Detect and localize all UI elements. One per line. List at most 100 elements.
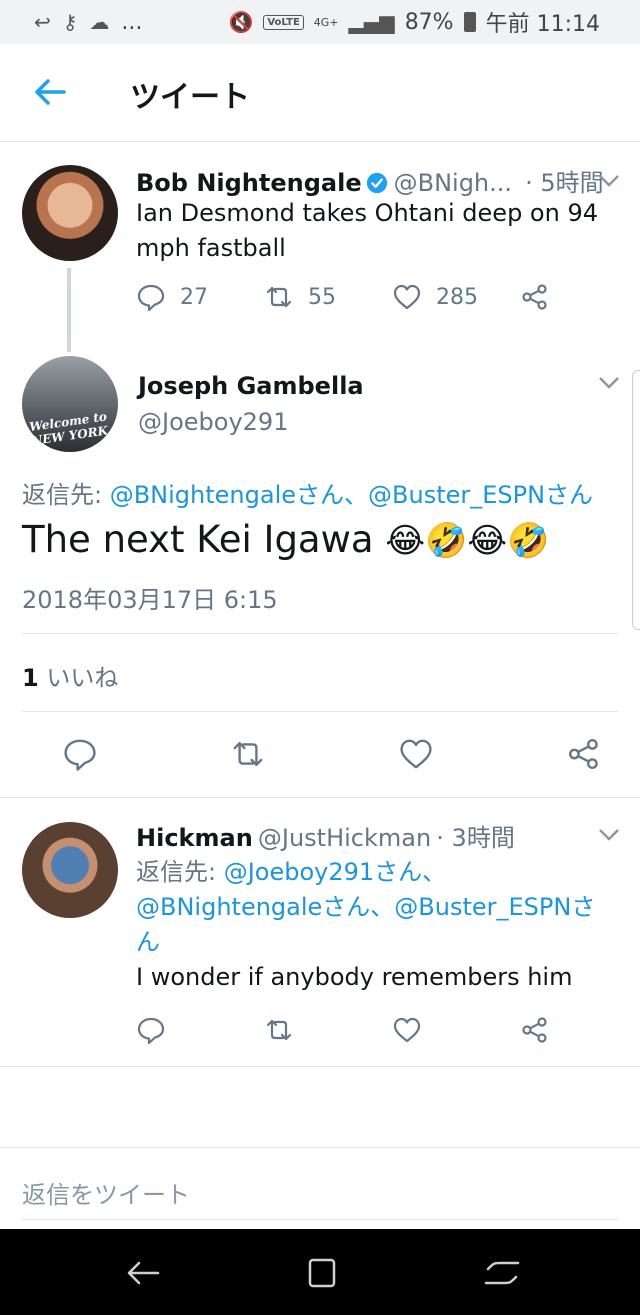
retweet-count: 55 bbox=[308, 284, 336, 310]
reply-icon[interactable] bbox=[62, 736, 98, 772]
author-handle: @JustHickman bbox=[257, 824, 432, 852]
like-button[interactable] bbox=[392, 1015, 520, 1045]
reply-button[interactable]: 27 bbox=[136, 282, 264, 312]
share-icon bbox=[522, 284, 547, 310]
page-title: ツイート bbox=[130, 80, 250, 115]
author-name[interactable]: Joseph Gambella bbox=[138, 372, 364, 400]
tweet-time: · 5時間 bbox=[525, 169, 604, 197]
nav-back-icon[interactable] bbox=[122, 1257, 162, 1289]
tweet-header: Bob Nightengale @BNigh... · 5時間 bbox=[136, 163, 604, 198]
like-summary-count: 1 bbox=[22, 664, 39, 692]
reply-icon bbox=[137, 1017, 165, 1045]
reply-button[interactable] bbox=[136, 1015, 264, 1045]
retweet-button[interactable]: 55 bbox=[264, 282, 392, 312]
chevron-down-icon[interactable] bbox=[598, 828, 620, 842]
network-type: 4G+ bbox=[313, 15, 339, 29]
thread-line bbox=[67, 268, 71, 352]
key-icon: ⚷ bbox=[62, 10, 78, 34]
battery-percent: 87% bbox=[404, 9, 454, 35]
like-summary[interactable]: 1 いいね bbox=[22, 658, 118, 693]
tweet-text: I wonder if anybody remembers him bbox=[136, 963, 573, 991]
mention-link-continued[interactable]: ん bbox=[136, 928, 160, 956]
back-arrow-icon: ↩ bbox=[34, 10, 51, 34]
retweet-icon bbox=[266, 286, 292, 308]
author-handle: @Joeboy291 bbox=[138, 408, 288, 436]
reply-prefix: 返信先: bbox=[136, 858, 224, 886]
avatar[interactable]: Welcome to NEW YORK bbox=[22, 356, 118, 452]
status-more: ... bbox=[121, 9, 143, 35]
author-name-text: Joseph Gambella bbox=[138, 372, 364, 400]
avatar-caption: Welcome to NEW YORK bbox=[28, 409, 109, 448]
heart-icon[interactable] bbox=[398, 736, 434, 772]
like-summary-label: いいね bbox=[46, 664, 119, 692]
heart-icon bbox=[393, 284, 421, 310]
emoji: 😂 bbox=[467, 521, 508, 561]
mention-link[interactable]: @Buster_ESPNさ bbox=[394, 893, 595, 921]
verified-badge-icon bbox=[366, 172, 387, 194]
signal-icon: ▂▄▆ bbox=[348, 10, 395, 34]
like-button[interactable]: 285 bbox=[392, 282, 520, 312]
battery-icon bbox=[463, 12, 476, 32]
heart-icon bbox=[393, 1017, 421, 1043]
emoji: 🤣 bbox=[425, 521, 468, 561]
app-header: ツイート bbox=[0, 44, 640, 142]
volte-badge: VoLTE bbox=[263, 14, 304, 30]
tweet-header: Hickman @JustHickman · 3時間 bbox=[136, 818, 515, 853]
status-bar: ↩ ⚷ ☁ ... 🔇 VoLTE 4G+ ▂▄▆ 87% 午前 11:14 bbox=[0, 0, 640, 44]
divider bbox=[0, 1066, 640, 1067]
weather-icon: ☁ bbox=[89, 10, 110, 34]
focused-tweet-text: The next Kei Igawa 😂🤣😂🤣 bbox=[22, 518, 549, 561]
avatar[interactable] bbox=[22, 165, 118, 261]
mention-link[interactable]: @BNightengaleさん bbox=[110, 481, 344, 509]
emoji: 🤣 bbox=[507, 521, 550, 561]
share-button[interactable] bbox=[520, 282, 550, 312]
mention-link[interactable]: @Joeboy291さん、 bbox=[224, 858, 446, 886]
reply-count: 27 bbox=[180, 284, 208, 310]
reply-context: 返信先: @Joeboy291さん、 @BNightengaleさん、@Bust… bbox=[136, 855, 595, 995]
avatar[interactable] bbox=[22, 822, 118, 918]
status-right: 🔇 VoLTE 4G+ ▂▄▆ 87% 午前 11:14 bbox=[228, 6, 600, 38]
reply-context: 返信先: @BNightengaleさん、@Buster_ESPNさん bbox=[22, 475, 593, 510]
share-button[interactable] bbox=[520, 1015, 550, 1045]
tweet-actions: 27 55 285 bbox=[136, 282, 550, 312]
reply-prefix: 返信先: bbox=[22, 481, 110, 509]
divider bbox=[22, 1219, 618, 1220]
datetime-text: 2018年03月17日 6:15 bbox=[22, 586, 278, 614]
reply-compose-input[interactable]: 返信をツイート bbox=[22, 1175, 190, 1210]
divider bbox=[0, 1147, 640, 1148]
tweet-text: Ian Desmond takes Ohtani deep on 94 mph … bbox=[136, 196, 598, 266]
retweet-icon[interactable] bbox=[230, 736, 266, 772]
emoji: 😂 bbox=[385, 521, 426, 561]
divider bbox=[22, 711, 618, 712]
scrollbar[interactable] bbox=[632, 370, 640, 630]
mention-link[interactable]: @BNightengaleさん、 bbox=[136, 893, 394, 921]
mute-icon: 🔇 bbox=[228, 10, 254, 34]
reply-icon bbox=[137, 284, 165, 312]
retweet-button[interactable] bbox=[264, 1015, 392, 1045]
tweet-text-line: Ian Desmond takes Ohtani deep on 94 bbox=[136, 199, 598, 227]
tweet-datetime: 2018年03月17日 6:15 bbox=[22, 580, 278, 615]
nav-home-icon[interactable] bbox=[302, 1257, 342, 1289]
compose-placeholder: 返信をツイート bbox=[22, 1181, 190, 1209]
divider bbox=[0, 797, 640, 798]
author-name[interactable]: Hickman bbox=[136, 824, 253, 852]
share-icon bbox=[522, 1017, 547, 1043]
tweet-time: · 3時間 bbox=[436, 824, 515, 852]
divider bbox=[22, 633, 618, 634]
mention-separator: 、 bbox=[344, 481, 369, 509]
reply-actions bbox=[136, 1015, 550, 1045]
nav-recents-icon[interactable] bbox=[482, 1257, 522, 1289]
tweet-text: The next Kei Igawa bbox=[22, 518, 374, 561]
author-handle: @BNigh... bbox=[393, 169, 513, 197]
back-arrow-icon[interactable] bbox=[30, 72, 70, 112]
author-name[interactable]: Bob Nightengale bbox=[136, 169, 362, 197]
chevron-down-icon[interactable] bbox=[598, 174, 620, 188]
clock: 午前 11:14 bbox=[485, 12, 600, 37]
tweet-text-line: mph fastball bbox=[136, 234, 286, 262]
focused-actions bbox=[62, 736, 602, 772]
chevron-down-icon[interactable] bbox=[598, 376, 620, 390]
status-left: ↩ ⚷ ☁ ... bbox=[34, 10, 142, 35]
share-icon[interactable] bbox=[566, 736, 602, 772]
mention-link[interactable]: @Buster_ESPNさん bbox=[368, 481, 593, 509]
like-count: 285 bbox=[436, 284, 478, 310]
